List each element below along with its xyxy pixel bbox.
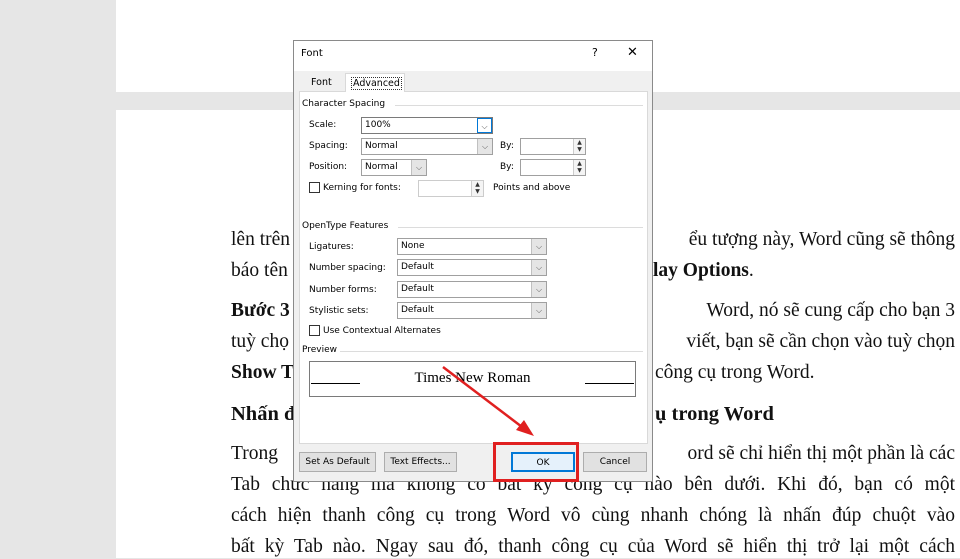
tab-advanced[interactable]: Advanced	[345, 73, 405, 92]
annotation-arrow-icon	[442, 366, 534, 436]
tab-advanced-label: Advanced	[351, 77, 402, 90]
